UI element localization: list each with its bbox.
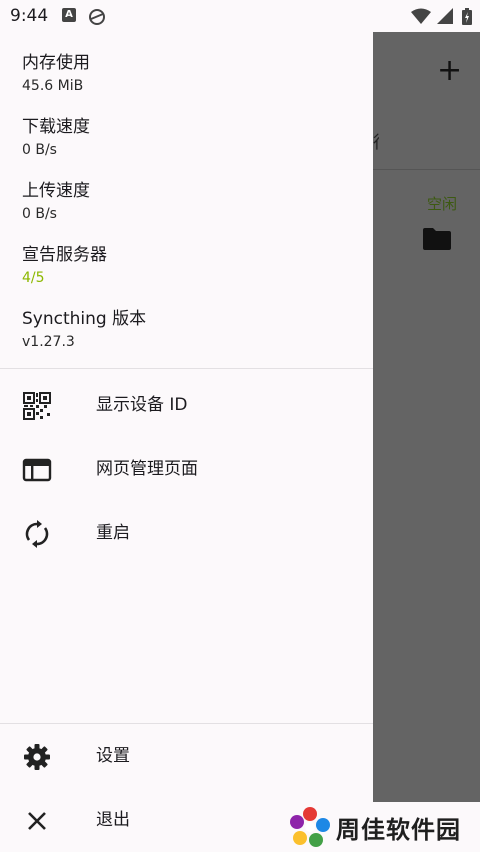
plus-icon: + [437, 53, 463, 88]
menu-settings[interactable]: 设置 [0, 728, 373, 784]
navigation-drawer: 内存使用 45.6 MiB 下载速度 0 B/s 上传速度 0 B/s 宣告服务… [0, 32, 373, 852]
info-value: 0 B/s [22, 206, 57, 222]
sync-icon [88, 8, 106, 30]
watermark-text: 周佳软件园 [336, 816, 461, 844]
menu-show-device-id[interactable]: 显示设备 ID [0, 377, 373, 433]
wifi-icon [410, 8, 432, 28]
menu-label: 退出 [96, 810, 130, 830]
menu-label: 设置 [96, 746, 130, 766]
info-label: Syncthing 版本 [22, 309, 147, 329]
info-value: 45.6 MiB [22, 78, 84, 94]
menu-web-gui[interactable]: 网页管理页面 [0, 441, 373, 497]
info-value: 4/5 [22, 270, 45, 286]
info-label: 上传速度 [22, 181, 90, 201]
folder-status-text: 空闲 [427, 195, 458, 213]
info-label: 下载速度 [22, 117, 90, 137]
menu-label: 网页管理页面 [96, 459, 198, 479]
restart-icon [22, 519, 52, 549]
divider [0, 723, 373, 724]
info-syncthing-version: Syncthing 版本 v1.27.3 [22, 308, 146, 352]
info-upload-speed: 上传速度 0 B/s [22, 180, 90, 224]
info-label: 内存使用 [22, 53, 90, 73]
watermark: 周佳软件园 [282, 802, 480, 852]
info-label: 宣告服务器 [22, 245, 107, 265]
gear-icon [22, 742, 52, 772]
battery-icon [462, 8, 472, 29]
signal-icon [436, 8, 454, 28]
status-bar: 9:44 A [0, 0, 480, 32]
info-value: 0 B/s [22, 142, 57, 158]
menu-label: 显示设备 ID [96, 395, 188, 415]
background-app-scrim[interactable]: + 行 空闲 [373, 32, 480, 802]
info-memory-usage: 内存使用 45.6 MiB [22, 52, 90, 96]
qr-code-icon [22, 391, 52, 421]
watermark-logo-icon [288, 805, 332, 852]
menu-label: 重启 [96, 523, 130, 543]
info-download-speed: 下载速度 0 B/s [22, 116, 90, 160]
a-badge-icon: A [62, 8, 76, 22]
menu-restart[interactable]: 重启 [0, 505, 373, 561]
divider [373, 169, 480, 170]
info-value: v1.27.3 [22, 334, 75, 350]
close-icon [22, 806, 52, 836]
info-announce-servers: 宣告服务器 4/5 [22, 244, 107, 288]
partial-header-text: 行 [373, 128, 379, 153]
web-page-icon [22, 455, 52, 485]
status-time: 9:44 [10, 6, 49, 26]
divider [0, 368, 373, 369]
folder-icon [423, 228, 451, 254]
